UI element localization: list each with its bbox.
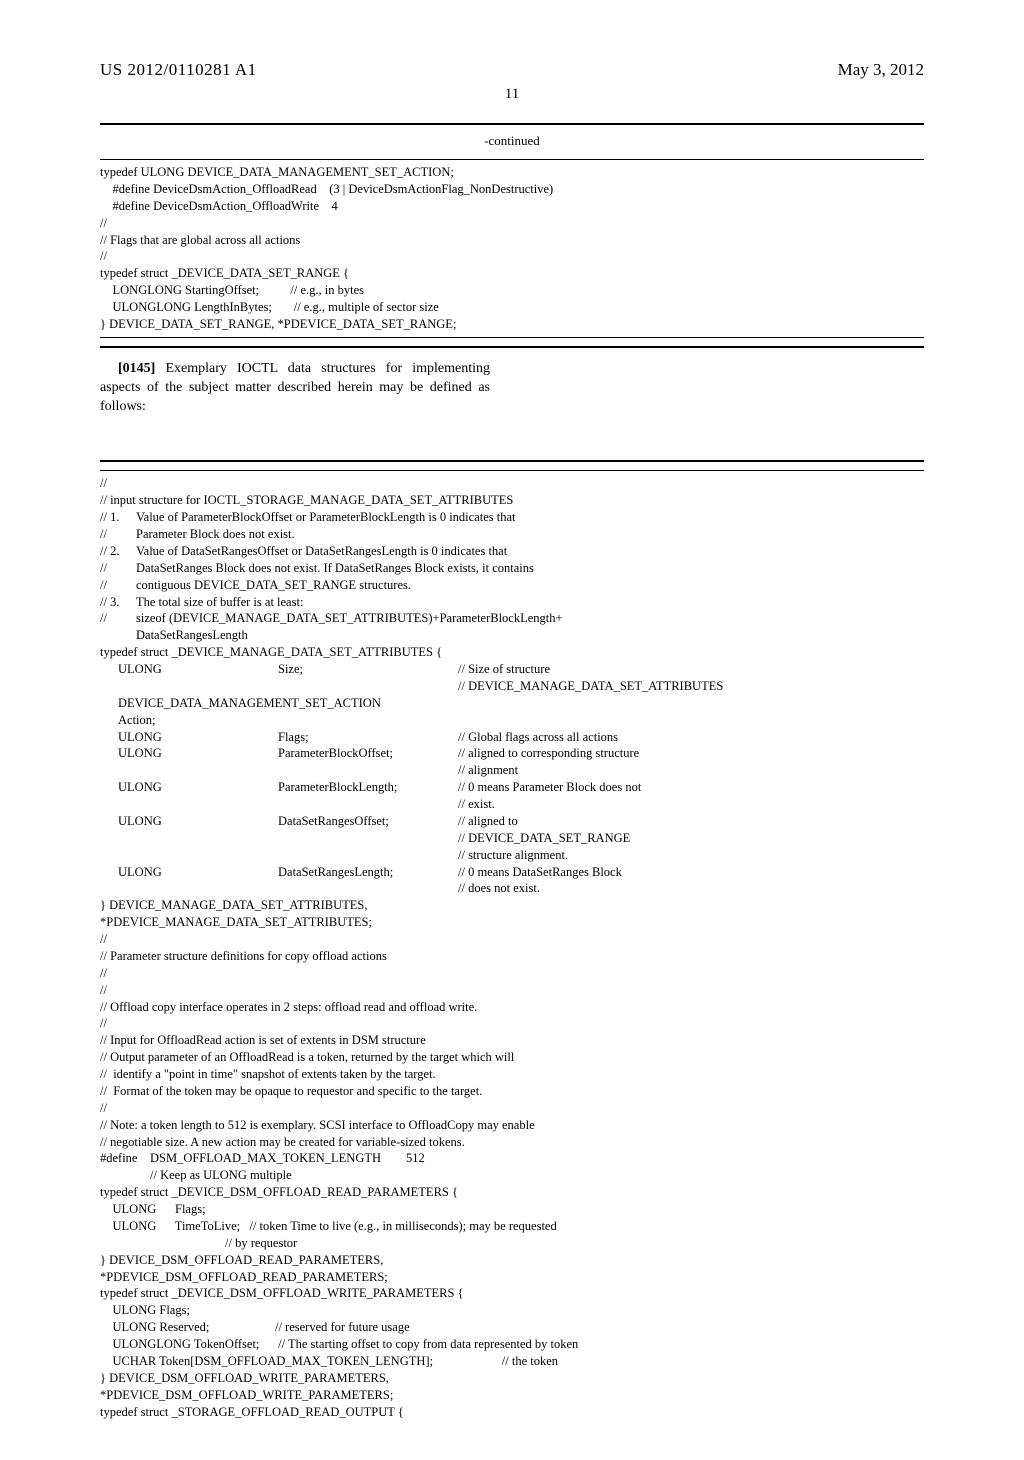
struct-member-comment: // structure alignment. [100, 847, 924, 864]
code2-typedef-open: typedef struct _DEVICE_MANAGE_DATA_SET_A… [100, 644, 924, 661]
code-comment-line: // 1.Value of ParameterBlockOffset or Pa… [100, 509, 924, 526]
struct-member-comment: // DEVICE_MANAGE_DATA_SET_ATTRIBUTES [100, 678, 924, 695]
struct-member-comment: // alignment [100, 762, 924, 779]
code-block-1: typedef ULONG DEVICE_DATA_MANAGEMENT_SET… [100, 164, 924, 333]
rule-code2-top1 [100, 460, 924, 462]
code-comment-line: //Parameter Block does not exist. [100, 526, 924, 543]
struct-member-comment: // does not exist. [100, 880, 924, 897]
struct-member: ULONGDataSetRangesOffset;// aligned to [100, 813, 924, 830]
publication-date: May 3, 2012 [838, 60, 924, 80]
code-comment-line: // 3.The total size of buffer is at leas… [100, 594, 924, 611]
code-block-2: // // input structure for IOCTL_STORAGE_… [100, 475, 924, 1420]
rule-top-1 [100, 123, 924, 125]
paragraph-number: [0145] [118, 361, 155, 376]
code-comment-line: // 2.Value of DataSetRangesOffset or Dat… [100, 543, 924, 560]
code2-mid: // // Parameter structure definitions fo… [100, 931, 924, 1420]
page-header: US 2012/0110281 A1 May 3, 2012 [100, 60, 924, 80]
rule-mid-1 [100, 337, 924, 338]
patent-page: US 2012/0110281 A1 May 3, 2012 11 -conti… [0, 0, 1024, 1460]
code2-head: // // input structure for IOCTL_STORAGE_… [100, 475, 924, 509]
rule-top-2 [100, 159, 924, 160]
rule-mid-2 [100, 346, 924, 348]
publication-number: US 2012/0110281 A1 [100, 60, 257, 80]
struct-member: ULONGParameterBlockLength;// 0 means Par… [100, 779, 924, 796]
struct-member-comment: // DEVICE_DATA_SET_RANGE [100, 830, 924, 847]
code-comment-line: DataSetRangesLength [100, 627, 924, 644]
struct-member: ULONGDataSetRangesLength;// 0 means Data… [100, 864, 924, 881]
struct-member: ULONGSize;// Size of structure [100, 661, 924, 678]
struct-member-comment: // exist. [100, 796, 924, 813]
paragraph-0145: [0145] Exemplary IOCTL data structures f… [100, 360, 490, 417]
page-number: 11 [100, 86, 924, 103]
struct-member: ULONGParameterBlockOffset;// aligned to … [100, 745, 924, 762]
code-comment-line: //contiguous DEVICE_DATA_SET_RANGE struc… [100, 577, 924, 594]
paragraph-text: Exemplary IOCTL data structures for impl… [100, 361, 490, 414]
code2-typedef-close: } DEVICE_MANAGE_DATA_SET_ATTRIBUTES, *PD… [100, 897, 924, 931]
continued-label: -continued [100, 133, 924, 149]
code-comment-line: //sizeof (DEVICE_MANAGE_DATA_SET_ATTRIBU… [100, 610, 924, 627]
struct-member: DEVICE_DATA_MANAGEMENT_SET_ACTION Action… [100, 695, 924, 729]
code-comment-line: //DataSetRanges Block does not exist. If… [100, 560, 924, 577]
struct-member: ULONGFlags;// Global flags across all ac… [100, 729, 924, 746]
rule-code2-top2 [100, 470, 924, 471]
